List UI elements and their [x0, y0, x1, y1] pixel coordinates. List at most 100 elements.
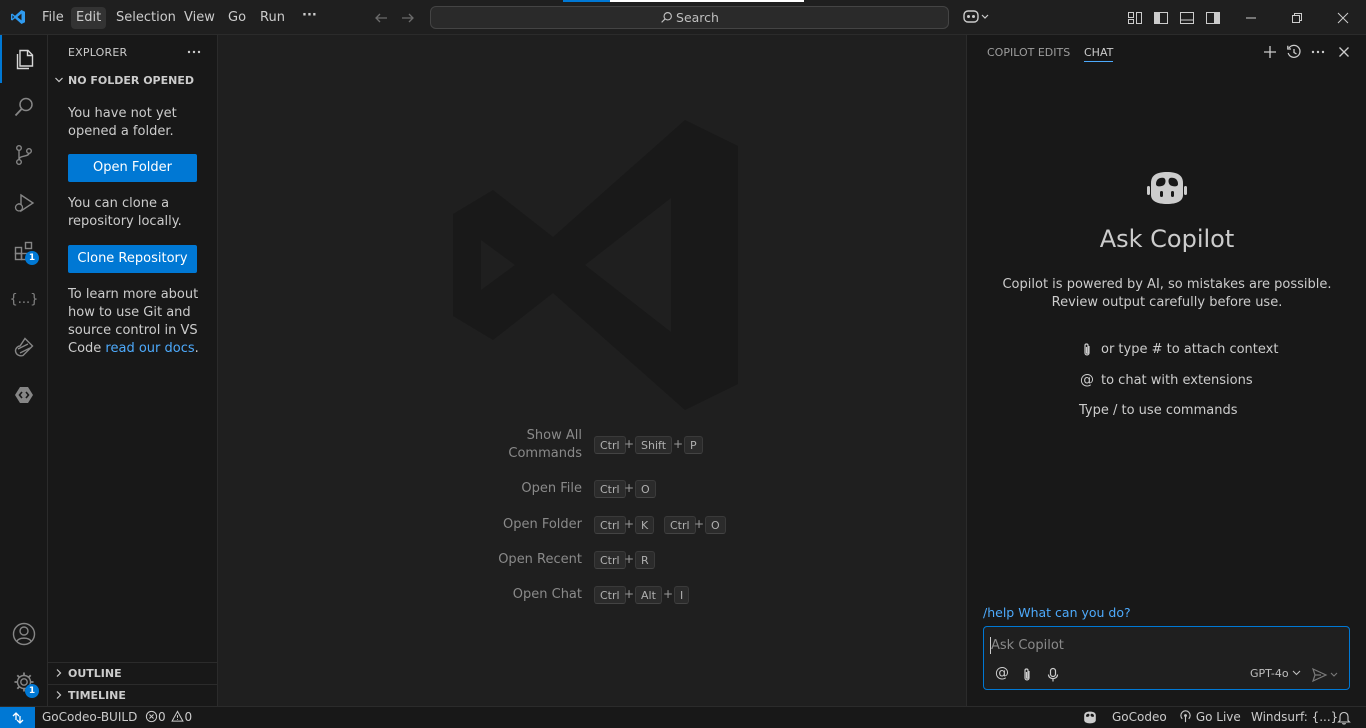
toggle-panel-icon[interactable] [1179, 10, 1195, 26]
model-name: GPT-4o [1250, 667, 1289, 680]
menu-edit[interactable]: Edit [71, 7, 107, 29]
mention-button[interactable]: @ [995, 665, 1009, 681]
testing-flask-icon[interactable] [0, 323, 48, 371]
paperclip-icon [1080, 342, 1094, 358]
shortcut-show-all-commands-label: Show All Commands [508, 427, 582, 463]
chat-input-box[interactable]: Ask Copilot @ GPT-4o [983, 626, 1350, 690]
chevron-down-icon [54, 75, 64, 85]
source-control-icon[interactable] [0, 131, 48, 179]
explorer-sidebar: EXPLORER NO FOLDER OPENED You have not y… [48, 35, 218, 706]
extensions-badge: 1 [25, 251, 39, 265]
shortcut-label-line1: Show All [526, 428, 582, 443]
key-ctrl: Ctrl [594, 551, 626, 569]
customize-layout-icon[interactable] [1127, 10, 1143, 26]
explorer-more-actions-icon[interactable] [186, 44, 202, 60]
manage-gear-icon[interactable]: 1 [0, 658, 48, 706]
key-k: K [635, 516, 655, 534]
warning-icon [171, 710, 185, 723]
ask-copilot-title: Ask Copilot [1099, 225, 1235, 253]
plus-sign: + [624, 481, 635, 495]
copilot-chat-panel: COPILOT EDITS CHAT Ask Copilot Copilot i… [966, 35, 1366, 706]
copilot-status-icon[interactable] [1082, 710, 1098, 725]
ai-disclaimer: Copilot is powered by AI, so mistakes ar… [1002, 277, 1332, 310]
close-panel-icon[interactable] [1336, 44, 1352, 60]
chat-input-placeholder: Ask Copilot [991, 638, 1064, 653]
plus-sign: + [694, 517, 705, 531]
microphone-icon[interactable] [1046, 667, 1060, 683]
branch-status[interactable]: GoCodeo-BUILD [42, 710, 137, 724]
plus-sign: + [624, 587, 635, 601]
command-center-search[interactable]: Search [430, 6, 949, 29]
help-suggestion-link[interactable]: /help What can you do? [983, 605, 1131, 620]
menu-file[interactable]: File [37, 7, 69, 29]
plus-sign: + [624, 517, 635, 531]
help-command: /help [983, 605, 1015, 620]
manage-badge: 1 [25, 684, 39, 698]
key-p: P [684, 436, 703, 454]
menu-more[interactable]: ··· [297, 5, 322, 27]
minimize-window-icon[interactable] [1243, 10, 1259, 26]
chat-extensions-hint: to chat with extensions [1101, 373, 1253, 388]
key-ctrl: Ctrl [664, 516, 696, 534]
chevron-right-icon [54, 668, 64, 678]
chat-history-icon[interactable] [1286, 44, 1302, 60]
windsurf-status[interactable]: Windsurf: {...} [1251, 710, 1338, 724]
plus-sign: + [624, 437, 635, 451]
notifications-bell-icon[interactable] [1337, 710, 1351, 725]
activity-bar: 1 {...} 1 [0, 35, 48, 706]
clone-repository-button[interactable]: Clone Repository [68, 245, 197, 273]
chat-more-actions-icon[interactable] [1310, 44, 1326, 60]
plus-sign: + [673, 437, 684, 451]
model-picker[interactable]: GPT-4o [1250, 667, 1301, 680]
vscode-logo-icon [10, 9, 26, 25]
key-alt: Alt [635, 586, 662, 604]
remote-indicator-icon[interactable] [0, 707, 35, 728]
copilot-logo-icon [1145, 169, 1189, 207]
close-window-icon[interactable] [1335, 10, 1351, 26]
menu-view[interactable]: View [179, 7, 220, 29]
tab-copilot-edits[interactable]: COPILOT EDITS [987, 46, 1070, 59]
forward-arrow-icon[interactable] [400, 10, 416, 26]
open-folder-button[interactable]: Open Folder [68, 154, 197, 182]
no-folder-section-header[interactable]: NO FOLDER OPENED [48, 70, 217, 92]
shortcut-open-file-label: Open File [521, 481, 582, 496]
gocodeo-icon[interactable] [0, 371, 48, 419]
read-docs-link[interactable]: read our docs [105, 341, 194, 356]
gocodeo-status[interactable]: GoCodeo [1112, 710, 1167, 724]
title-bar: File Edit Selection View Go Run ··· Sear… [0, 0, 1366, 35]
search-view-icon[interactable] [0, 83, 48, 131]
go-live-status[interactable]: Go Live [1179, 710, 1241, 724]
explorer-title: EXPLORER [68, 46, 128, 59]
timeline-section-header[interactable]: TIMELINE [48, 684, 217, 706]
key-ctrl: Ctrl [594, 480, 626, 498]
toggle-secondary-sidebar-icon[interactable] [1205, 10, 1221, 26]
attach-paperclip-icon[interactable] [1020, 667, 1034, 683]
chevron-down-icon [1292, 669, 1301, 677]
timeline-title: TIMELINE [68, 689, 126, 702]
explorer-icon[interactable] [0, 35, 48, 83]
shortcut-label-line2: Commands [508, 446, 582, 461]
accounts-icon[interactable] [0, 610, 48, 658]
new-chat-plus-icon[interactable] [1262, 44, 1278, 60]
menu-go[interactable]: Go [223, 7, 251, 29]
menu-selection[interactable]: Selection [111, 7, 181, 29]
send-icon[interactable] [1311, 667, 1341, 683]
error-icon [145, 710, 158, 723]
key-o: O [635, 480, 656, 498]
vscode-watermark-logo [453, 120, 738, 410]
menu-run[interactable]: Run [255, 7, 290, 29]
clone-message: You can clone a repository locally. [68, 196, 182, 229]
key-ctrl: Ctrl [594, 516, 626, 534]
problems-status[interactable]: 0 0 [145, 710, 192, 724]
copilot-menu-icon[interactable] [962, 8, 990, 26]
restore-window-icon[interactable] [1289, 10, 1305, 26]
snippets-icon[interactable]: {...} [0, 275, 48, 323]
extensions-icon[interactable]: 1 [0, 227, 48, 275]
outline-section-header[interactable]: OUTLINE [48, 662, 217, 684]
plus-sign: + [624, 552, 635, 566]
error-count: 0 [158, 710, 166, 724]
toggle-primary-sidebar-icon[interactable] [1153, 10, 1169, 26]
run-debug-icon[interactable] [0, 179, 48, 227]
tab-chat[interactable]: CHAT [1084, 46, 1114, 62]
back-arrow-icon[interactable] [373, 10, 389, 26]
